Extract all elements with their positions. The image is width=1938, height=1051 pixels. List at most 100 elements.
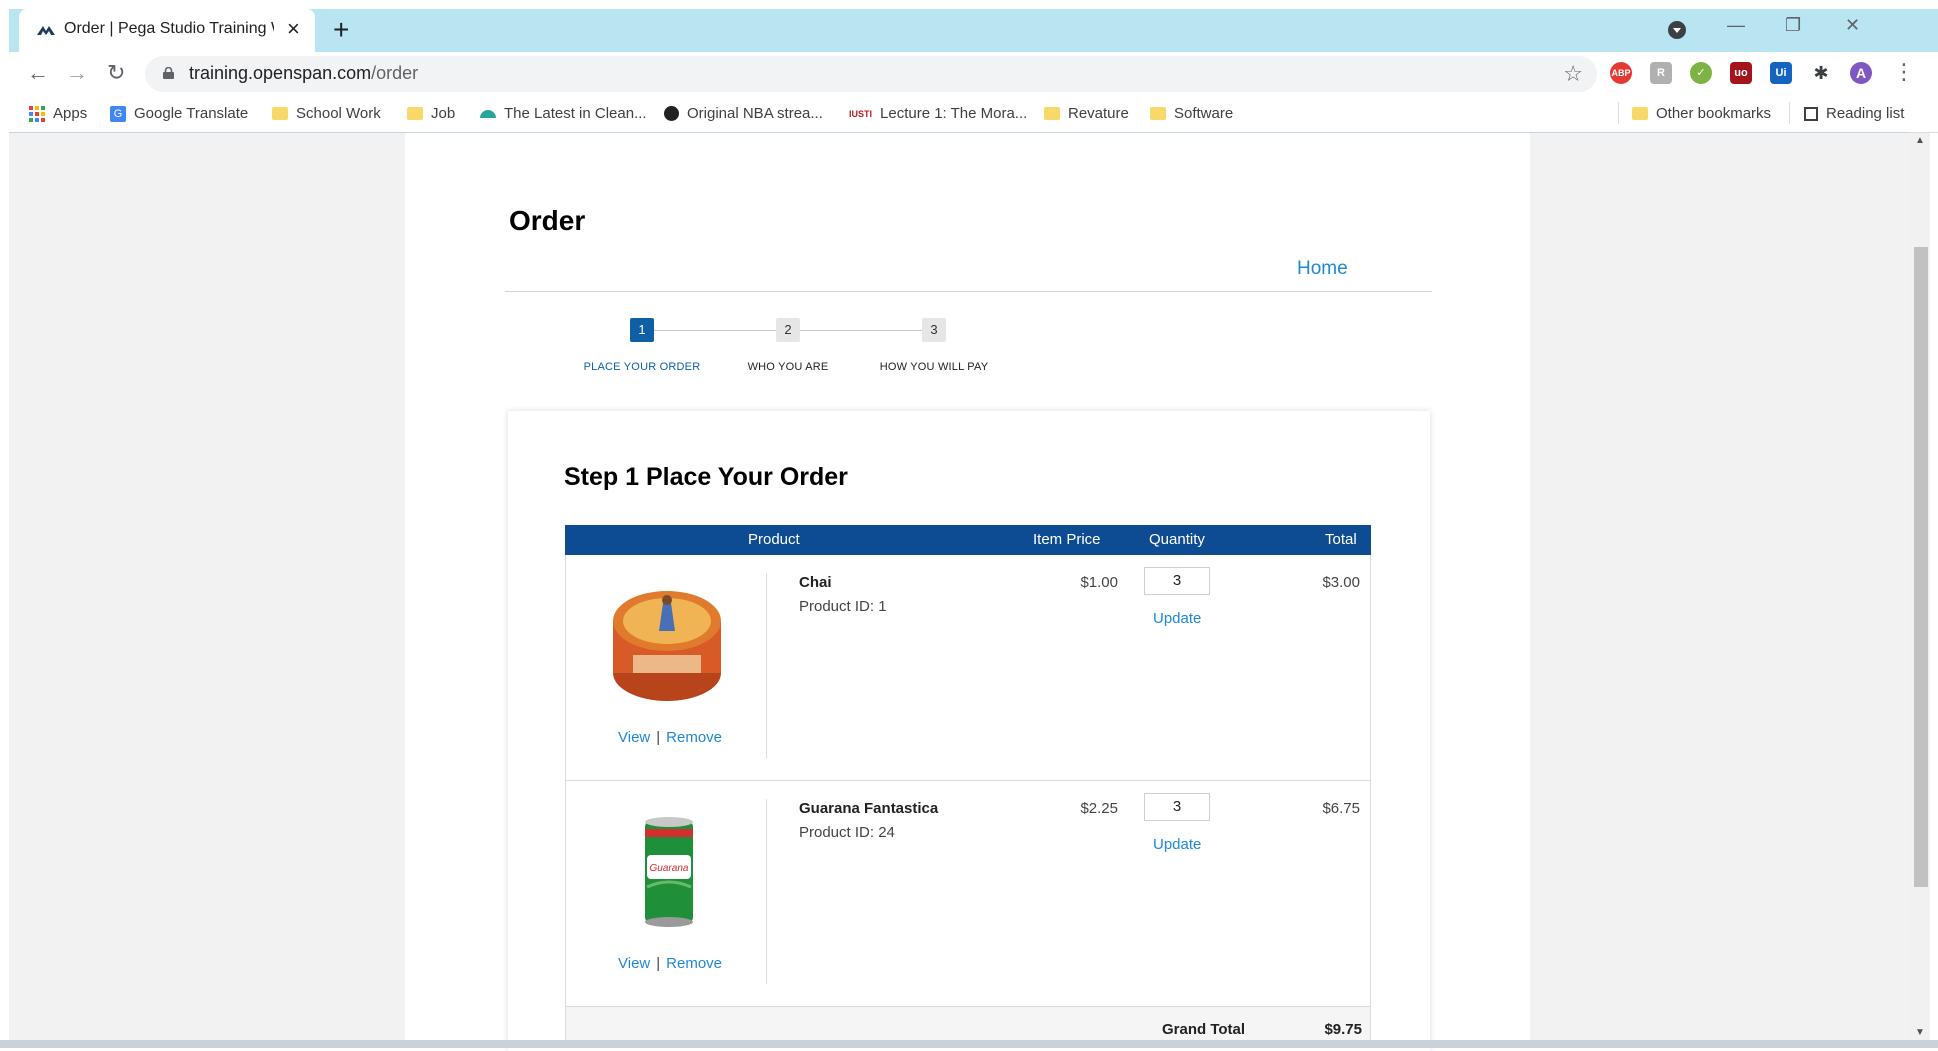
update-link[interactable]: Update xyxy=(1153,836,1201,853)
home-link[interactable]: Home xyxy=(1297,258,1348,280)
table-row: Guarana View | Remove Guarana Fantastica P… xyxy=(565,781,1371,1007)
grand-total-label: Grand Total xyxy=(1162,1021,1246,1038)
browser-window: Order | Pega Studio Training Web × + — ❐… xyxy=(0,0,1938,1051)
product-image-cell xyxy=(566,555,766,780)
page-content: Order Home 1 2 3 PLACE YOUR ORDER WHO YO… xyxy=(405,133,1530,1051)
reading-list-button[interactable]: Reading list xyxy=(1804,105,1904,122)
taskbar-edge xyxy=(0,1040,1938,1048)
bookmark-software[interactable]: Software xyxy=(1150,105,1233,122)
order-card: Step 1 Place Your Order Product Item Pri… xyxy=(508,411,1430,1051)
step-1-label: PLACE YOUR ORDER xyxy=(583,361,701,373)
address-bar[interactable]: training.openspan.com/order ☆ xyxy=(145,56,1597,92)
grand-total-value: $9.75 xyxy=(1324,1021,1362,1038)
globe-icon xyxy=(664,106,679,121)
order-table: Product Item Price Quantity Total View |… xyxy=(565,525,1371,1047)
svg-text:Guarana: Guarana xyxy=(650,863,689,874)
adblock-icon[interactable]: ABP xyxy=(1610,62,1632,84)
item-actions: View | Remove xyxy=(618,955,723,972)
extension-check-icon[interactable]: ✓ xyxy=(1690,62,1712,84)
puzzle-icon[interactable]: ✱ xyxy=(1810,62,1832,84)
profile-menu-icon[interactable] xyxy=(1667,20,1687,40)
folder-icon xyxy=(1150,107,1166,120)
update-link[interactable]: Update xyxy=(1153,610,1201,627)
remove-link[interactable]: Remove xyxy=(666,955,722,972)
bookmark-other[interactable]: Other bookmarks xyxy=(1632,105,1771,122)
bookmark-divider xyxy=(1789,102,1790,124)
extension-icon[interactable]: R xyxy=(1650,62,1672,84)
view-link[interactable]: View xyxy=(618,955,650,972)
ublock-icon[interactable]: uo xyxy=(1730,62,1752,84)
google-translate-icon: G xyxy=(110,105,126,122)
chai-tin-image[interactable] xyxy=(611,587,723,707)
menu-icon[interactable]: ⋮ xyxy=(1893,59,1915,85)
minimize-icon[interactable]: — xyxy=(1727,15,1745,36)
page-scrollbar[interactable]: ▲ ▼ xyxy=(1909,133,1930,1040)
view-link[interactable]: View xyxy=(618,729,650,746)
table-header: Product Item Price Quantity Total xyxy=(565,525,1371,555)
new-tab-icon[interactable]: + xyxy=(333,15,349,45)
bookmark-star-icon[interactable]: ☆ xyxy=(1563,61,1583,87)
bookmark-latest-clean[interactable]: The Latest in Clean... xyxy=(480,105,647,122)
table-row: View | Remove Chai Product ID: 1 $1.00 3 U… xyxy=(565,555,1371,781)
restore-icon[interactable]: ❐ xyxy=(1785,15,1801,36)
back-icon[interactable]: ← xyxy=(27,60,49,86)
bookmark-nba[interactable]: Original NBA strea... xyxy=(664,105,823,122)
folder-icon xyxy=(407,107,423,120)
column-total: Total xyxy=(1325,531,1357,548)
reload-icon[interactable]: ↻ xyxy=(107,60,125,86)
scroll-down-icon[interactable]: ▼ xyxy=(1915,1027,1925,1038)
quantity-input[interactable]: 3 xyxy=(1144,567,1210,595)
bookmark-apps[interactable]: Apps xyxy=(29,105,87,122)
lock-icon xyxy=(163,67,174,79)
step-2-indicator[interactable]: 2 xyxy=(776,318,800,342)
tab-strip: Order | Pega Studio Training Web × + — ❐… xyxy=(9,9,1938,52)
bookmark-revature[interactable]: Revature xyxy=(1044,105,1129,122)
item-price: $2.25 xyxy=(1080,800,1118,817)
step-2-label: WHO YOU ARE xyxy=(747,361,829,373)
browser-tab[interactable]: Order | Pega Studio Training Web × xyxy=(19,9,315,52)
line-total: $3.00 xyxy=(1322,574,1360,591)
close-window-icon[interactable]: ✕ xyxy=(1845,15,1860,36)
column-quantity: Quantity xyxy=(1149,531,1205,548)
bookmark-school-work[interactable]: School Work xyxy=(272,105,381,122)
line-total: $6.75 xyxy=(1322,800,1360,817)
avatar[interactable]: A xyxy=(1850,62,1872,84)
item-price: $1.00 xyxy=(1080,574,1118,591)
page-viewport: Order Home 1 2 3 PLACE YOUR ORDER WHO YO… xyxy=(9,133,1909,1051)
scrollbar-thumb[interactable] xyxy=(1914,247,1928,887)
quantity-input[interactable]: 3 xyxy=(1144,793,1210,821)
apps-grid-icon xyxy=(29,105,45,122)
product-id: Product ID: 1 xyxy=(799,598,887,615)
tab-title: Order | Pega Studio Training Web xyxy=(64,20,274,37)
folder-icon xyxy=(1632,107,1648,120)
site-icon xyxy=(480,109,496,118)
folder-icon xyxy=(1044,107,1060,120)
item-actions: View | Remove xyxy=(618,729,723,746)
bookmark-job[interactable]: Job xyxy=(407,105,455,122)
bookmark-lecture[interactable]: IUSTI Lecture 1: The Mora... xyxy=(849,105,1027,122)
step-1-indicator[interactable]: 1 xyxy=(630,318,654,342)
uipath-icon[interactable]: Ui xyxy=(1770,62,1792,84)
bookmark-google-translate[interactable]: G Google Translate xyxy=(110,105,248,122)
folder-icon xyxy=(272,107,288,120)
bookmarks-bar: Apps G Google Translate School Work Job … xyxy=(9,96,1938,133)
product-image-cell: Guarana xyxy=(566,781,766,1006)
step-3-indicator[interactable]: 3 xyxy=(922,318,946,342)
forward-icon[interactable]: → xyxy=(66,60,88,86)
product-name: Chai xyxy=(799,574,832,591)
close-tab-icon[interactable]: × xyxy=(287,17,300,41)
bookmark-divider xyxy=(1618,102,1619,124)
scroll-up-icon[interactable]: ▲ xyxy=(1915,135,1925,146)
product-id: Product ID: 24 xyxy=(799,824,895,841)
pega-logo-icon xyxy=(37,26,55,35)
step-3-label: HOW YOU WILL PAY xyxy=(879,361,989,373)
site-icon: IUSTI xyxy=(849,108,873,119)
page-title: Order xyxy=(509,205,586,236)
browser-toolbar: ← → ↻ training.openspan.com/order ☆ ABP … xyxy=(9,52,1938,96)
step-connector xyxy=(654,330,776,331)
guarana-can-image[interactable]: Guarana xyxy=(641,815,697,929)
column-item-price: Item Price xyxy=(1033,531,1101,548)
cell-divider xyxy=(766,573,767,758)
cell-divider xyxy=(766,799,767,984)
remove-link[interactable]: Remove xyxy=(666,729,722,746)
